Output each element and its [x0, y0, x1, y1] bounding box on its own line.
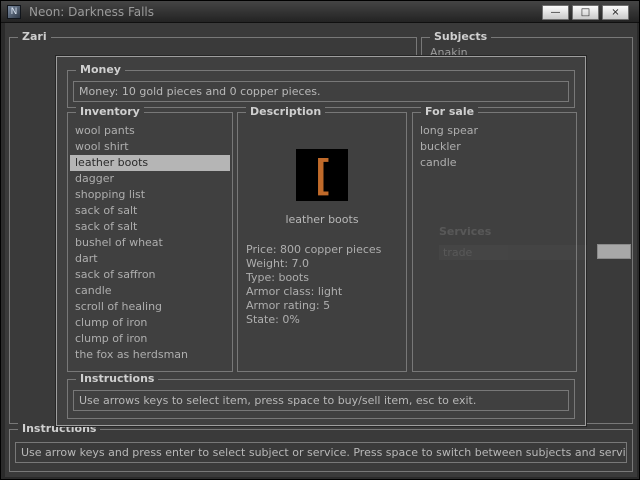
dialog-instructions-legend: Instructions	[76, 372, 159, 385]
inventory-list: wool pants wool shirt leather boots dagger s…	[70, 123, 230, 363]
dialog-instructions-panel: Instructions Use arrows keys to select i…	[67, 372, 575, 419]
screen-instructions-text: Use arrow keys and press enter to select…	[15, 442, 627, 463]
inventory-item[interactable]: leather boots	[70, 155, 230, 171]
title-bar[interactable]: N Neon: Darkness Falls — □ ×	[1, 1, 639, 23]
inventory-item[interactable]: bushel of wheat	[70, 235, 230, 251]
item-name: leather boots	[285, 213, 359, 226]
description-panel: Description [ leather boots Price: 800 c…	[237, 105, 407, 372]
inventory-item[interactable]: wool shirt	[70, 139, 230, 155]
maximize-button[interactable]: □	[572, 5, 599, 20]
game-screen: Zari Subjects Anakin Instructions Use ar…	[5, 23, 637, 477]
inventory-item[interactable]: sack of salt	[70, 219, 230, 235]
item-icon: [	[296, 149, 348, 201]
for-sale-panel: For sale long spear buckler candle	[412, 105, 577, 372]
inventory-legend: Inventory	[76, 105, 144, 118]
inventory-item[interactable]: clump of iron	[70, 315, 230, 331]
inventory-item[interactable]: dagger	[70, 171, 230, 187]
subjects-panel-legend: Subjects	[430, 30, 492, 43]
ghost-services-legend: Services	[439, 225, 492, 238]
for-sale-list: long spear buckler candle	[415, 123, 574, 171]
item-stat: Armor rating: 5	[246, 299, 331, 312]
trade-dialog: Money Money: 10 gold pieces and 0 copper…	[56, 56, 586, 426]
item-stat: Armor class: light	[246, 285, 343, 298]
inventory-item[interactable]: wool pants	[70, 123, 230, 139]
window-title: Neon: Darkness Falls	[29, 5, 155, 19]
inventory-item[interactable]: candle	[70, 283, 230, 299]
inventory-panel: Inventory wool pants wool shirt leather bo…	[67, 105, 233, 372]
item-stat: Weight: 7.0	[246, 257, 310, 270]
close-button[interactable]: ×	[602, 5, 629, 20]
item-stat: Type: boots	[246, 271, 309, 284]
description-legend: Description	[246, 105, 326, 118]
item-stat: Price: 800 copper pieces	[246, 243, 382, 256]
dialog-instructions-text: Use arrows keys to select item, press sp…	[73, 390, 569, 411]
inventory-item[interactable]: sack of saffron	[70, 267, 230, 283]
for-sale-item[interactable]: long spear	[415, 123, 574, 139]
for-sale-legend: For sale	[421, 105, 479, 118]
inventory-item[interactable]: scroll of healing	[70, 299, 230, 315]
for-sale-item[interactable]: candle	[415, 155, 574, 171]
money-panel: Money Money: 10 gold pieces and 0 copper…	[67, 63, 575, 108]
item-stat: State: 0%	[246, 313, 300, 326]
services-selection-edge	[597, 244, 631, 259]
money-legend: Money	[76, 63, 125, 76]
ghost-services-selected-item: trade	[439, 245, 587, 260]
app-window: N Neon: Darkness Falls — □ × Zari Subjec…	[0, 0, 640, 480]
inventory-item[interactable]: shopping list	[70, 187, 230, 203]
for-sale-item[interactable]: buckler	[415, 139, 574, 155]
app-icon: N	[7, 5, 21, 19]
inventory-item[interactable]: dart	[70, 251, 230, 267]
item-stats-list: Price: 800 copper pieces Weight: 7.0 Type:…	[246, 243, 404, 327]
money-text: Money: 10 gold pieces and 0 copper piece…	[73, 81, 569, 102]
inventory-item[interactable]: sack of salt	[70, 203, 230, 219]
screen-instructions-panel: Instructions Use arrow keys and press en…	[9, 422, 633, 472]
zari-panel-legend: Zari	[18, 30, 51, 43]
minimize-button[interactable]: —	[542, 5, 569, 20]
inventory-item[interactable]: the fox as herdsman	[70, 347, 230, 363]
inventory-item[interactable]: clump of iron	[70, 331, 230, 347]
